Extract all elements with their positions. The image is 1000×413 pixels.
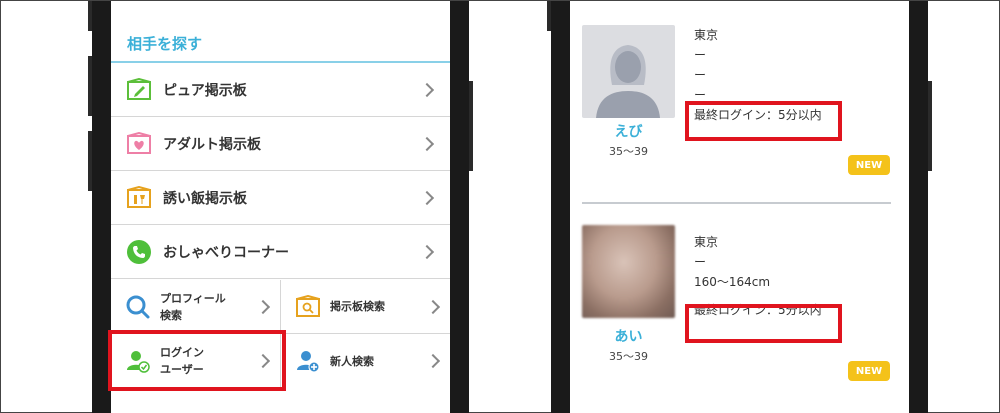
profile-name[interactable]: あい (582, 326, 675, 346)
list-divider (582, 202, 891, 204)
profile-age: 35～39 (609, 350, 648, 363)
chevron-right-icon (419, 244, 435, 259)
new-user-search-label: 新人検索 (330, 354, 374, 368)
new-user-search-button[interactable]: 新人検索 (281, 334, 450, 388)
profile-search-label: プロフィール 検索 (160, 291, 226, 322)
new-badge: NEW (848, 155, 890, 175)
highlight-box (685, 101, 842, 141)
screenshot-frame: 相手を探す ピュア掲示板 アダルト掲示板 誘い飯掲示板 おしゃべりコーナー プロ… (0, 0, 1000, 413)
profile-search-button[interactable]: プロフィール 検索 (111, 280, 280, 334)
chevron-right-icon (425, 353, 441, 369)
board-search-label: 掲示板検索 (330, 300, 385, 313)
phone-power-button (469, 81, 473, 171)
add-user-icon (295, 348, 321, 374)
highlight-box (108, 330, 286, 391)
phone-icon (126, 239, 152, 265)
menu-item-meal-board[interactable]: 誘い飯掲示板 (111, 171, 450, 225)
menu-item-adult-board[interactable]: アダルト掲示板 (111, 117, 450, 171)
profile-location: 東京 (694, 235, 719, 249)
menu-item-chat-corner[interactable]: おしゃべりコーナー (111, 225, 450, 279)
meal-board-icon (126, 185, 152, 211)
phone-side-button (88, 1, 92, 31)
board-search-button[interactable]: 掲示板検索 (281, 280, 450, 334)
chevron-right-icon (419, 136, 435, 151)
profile-age: 35～39 (609, 145, 648, 158)
pure-board-icon (126, 77, 152, 103)
menu-item-label: アダルト掲示板 (163, 136, 261, 153)
highlight-box (685, 304, 842, 343)
profile-name[interactable]: えび (582, 121, 675, 141)
profile-detail-line: ー (694, 48, 707, 62)
menu-item-label: ピュア掲示板 (163, 82, 247, 99)
phone-side-button (547, 1, 551, 31)
menu-item-label: おしゃべりコーナー (163, 244, 289, 261)
new-badge: NEW (848, 361, 890, 381)
profile-detail-line: ー (694, 68, 707, 82)
profile-height: 160～164cm (694, 275, 771, 289)
menu-item-pure-board[interactable]: ピュア掲示板 (111, 63, 450, 117)
default-avatar-icon (596, 45, 660, 118)
phone-power-button (928, 81, 932, 171)
user-list-screen: えび 35～39 東京 ー ー ー 最終ログイン：5分以内 NEW あい 35～… (570, 1, 909, 413)
board-search-icon (295, 294, 321, 320)
avatar[interactable] (582, 25, 675, 118)
chevron-right-icon (255, 299, 271, 314)
chevron-right-icon (419, 82, 435, 97)
menu-item-label: 誘い飯掲示板 (163, 190, 247, 207)
adult-board-icon (126, 131, 152, 157)
avatar[interactable] (582, 225, 675, 318)
search-icon (125, 294, 151, 320)
phone-volume-button (88, 56, 92, 116)
phone-volume-button (88, 131, 92, 191)
chevron-right-icon (419, 190, 435, 205)
section-title: 相手を探す (127, 35, 203, 53)
chevron-right-icon (425, 299, 441, 314)
profile-location: 東京 (694, 28, 719, 42)
profile-detail-line: ー (694, 255, 707, 269)
phone-right: えび 35～39 東京 ー ー ー 最終ログイン：5分以内 NEW あい 35～… (547, 1, 932, 413)
